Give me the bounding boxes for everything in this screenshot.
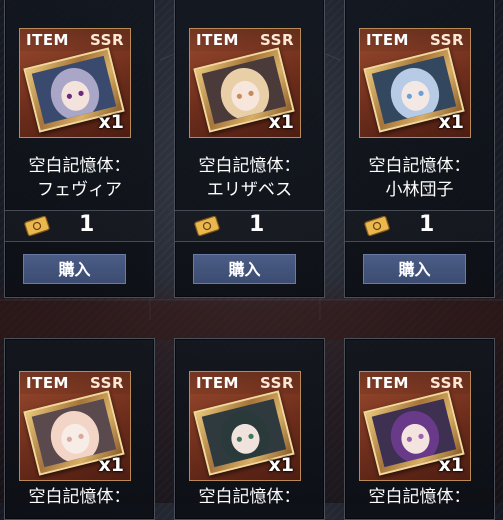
shop-item-card[interactable]: ITEM SSR x1 空白記憶体： フェヴィア 1 購入 [4, 0, 155, 298]
item-type-label: ITEM [196, 374, 239, 392]
item-name-line1: 空白記憶体： [368, 156, 471, 176]
item-type-label: ITEM [366, 31, 409, 49]
ticket-icon [194, 215, 220, 237]
item-name-line1: 空白記憶体： [198, 487, 301, 507]
rarity-label: SSR [260, 374, 294, 392]
ticket-icon [364, 215, 390, 237]
shop-item-card[interactable]: ITEM SSR x1 空白記憶体： [174, 338, 325, 520]
shop-item-card[interactable]: ITEM SSR x1 空白記憶体： [344, 338, 495, 520]
quantity-label: x1 [98, 454, 124, 476]
item-thumbnail[interactable]: ITEM SSR x1 [189, 28, 301, 138]
item-name-line1: 空白記憶体： [28, 156, 131, 176]
quantity-label: x1 [98, 111, 124, 133]
quantity-label: x1 [438, 111, 464, 133]
item-name-line2: エリザベス [206, 180, 293, 200]
shop-item-card[interactable]: ITEM SSR x1 空白記憶体： [4, 338, 155, 520]
item-type-label: ITEM [366, 374, 409, 392]
quantity-label: x1 [268, 111, 294, 133]
item-type-label: ITEM [26, 374, 69, 392]
item-name-line1: 空白記憶体： [198, 156, 301, 176]
item-name-line2: 小林団子 [385, 180, 454, 200]
price-bar: 1 [5, 210, 154, 242]
item-type-label: ITEM [26, 31, 69, 49]
ticket-icon [24, 215, 50, 237]
buy-button[interactable]: 購入 [193, 254, 296, 284]
item-thumbnail[interactable]: ITEM SSR x1 [19, 28, 131, 138]
price-bar: 1 [345, 210, 494, 242]
rarity-label: SSR [90, 374, 124, 392]
item-thumbnail[interactable]: ITEM SSR x1 [359, 28, 471, 138]
item-thumbnail[interactable]: ITEM SSR x1 [19, 371, 131, 481]
rarity-label: SSR [430, 374, 464, 392]
rarity-label: SSR [90, 31, 124, 49]
price-value: 1 [79, 212, 95, 237]
price-value: 1 [419, 212, 435, 237]
item-type-label: ITEM [196, 31, 239, 49]
rarity-label: SSR [430, 31, 464, 49]
quantity-label: x1 [268, 454, 294, 476]
buy-button[interactable]: 購入 [363, 254, 466, 284]
item-thumbnail[interactable]: ITEM SSR x1 [189, 371, 301, 481]
item-name-line1: 空白記憶体： [368, 487, 471, 507]
item-name-line2: フェヴィア [37, 180, 122, 200]
price-value: 1 [249, 212, 265, 237]
shop-item-card[interactable]: ITEM SSR x1 空白記憶体： 小林団子 1 購入 [344, 0, 495, 298]
shop-item-card[interactable]: ITEM SSR x1 空白記憶体： エリザベス 1 購入 [174, 0, 325, 298]
item-thumbnail[interactable]: ITEM SSR x1 [359, 371, 471, 481]
item-name-line1: 空白記憶体： [28, 487, 131, 507]
quantity-label: x1 [438, 454, 464, 476]
price-bar: 1 [175, 210, 324, 242]
buy-button[interactable]: 購入 [23, 254, 126, 284]
rarity-label: SSR [260, 31, 294, 49]
